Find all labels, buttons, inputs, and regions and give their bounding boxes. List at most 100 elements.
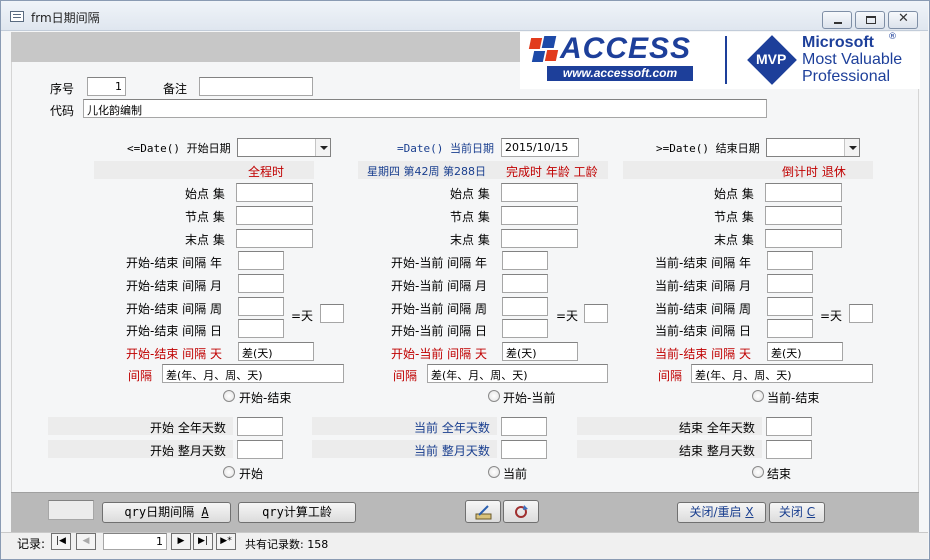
col1-eq-day-field[interactable] — [320, 304, 344, 323]
col2-fullyear-label: 当前 全年天数 — [414, 421, 490, 435]
col1-fullmonth-field[interactable] — [237, 440, 283, 459]
end-date-combo[interactable] — [766, 138, 860, 157]
col3-gap-field[interactable]: 差(年、月、周、天) — [691, 364, 873, 383]
col3-day-field[interactable] — [767, 319, 813, 338]
refresh-button[interactable] — [503, 500, 539, 523]
edit-button[interactable] — [465, 500, 501, 523]
col3-week-field[interactable] — [767, 297, 813, 316]
col1-gap-field[interactable]: 差(年、月、周、天) — [162, 364, 344, 383]
note-field[interactable] — [199, 77, 313, 96]
col3-node-field[interactable] — [765, 206, 842, 225]
col1-month-label: 开始-结束 间隔 月 — [126, 279, 222, 293]
col1-diff-label: 开始-结束 间隔 天 — [126, 347, 222, 361]
col3-radio2-option[interactable] — [752, 466, 764, 478]
col2-node-label: 节点 集 — [450, 210, 490, 224]
seq-field[interactable]: 1 — [87, 77, 126, 96]
col3-end-field[interactable] — [765, 229, 842, 248]
col2-week-label: 开始-当前 间隔 周 — [391, 302, 487, 316]
col3-end-label: 末点 集 — [714, 233, 754, 247]
col2-gap-field[interactable]: 差(年、月、周、天) — [427, 364, 608, 383]
col1-year-label: 开始-结束 间隔 年 — [126, 256, 222, 270]
maximize-button[interactable] — [855, 11, 885, 29]
col3-fullyear-field[interactable] — [766, 417, 812, 436]
code-field[interactable]: 儿化韵编制 — [83, 99, 767, 118]
col1-eq-day-label: =天 — [291, 309, 314, 323]
minimize-button[interactable] — [822, 11, 852, 29]
col2-year-field[interactable] — [502, 251, 548, 270]
col1-start-field[interactable] — [236, 183, 313, 202]
next-record-button[interactable]: ▶ — [171, 533, 191, 550]
col1-fullyear-field[interactable] — [237, 417, 283, 436]
col3-diff-label: 当前-结束 间隔 天 — [655, 347, 751, 361]
close-reset-key: X — [745, 505, 754, 519]
col1-fullmonth-label: 开始 整月天数 — [150, 444, 226, 458]
registered-mark: ® — [888, 32, 897, 42]
col1-day-field[interactable] — [238, 319, 284, 338]
col1-radio-option[interactable] — [223, 390, 235, 402]
note-label: 备注 — [163, 82, 188, 96]
col1-radio2-option[interactable] — [223, 466, 235, 478]
dropdown-arrow-icon[interactable] — [315, 139, 330, 156]
col2-fullmonth-field[interactable] — [501, 440, 547, 459]
close-reset-button[interactable]: 关闭/重启 X — [677, 502, 766, 523]
col2-start-field[interactable] — [501, 183, 578, 202]
col3-year-field[interactable] — [767, 251, 813, 270]
col3-year-label: 当前-结束 间隔 年 — [655, 256, 751, 270]
col3-month-field[interactable] — [767, 274, 813, 293]
col2-gap-label: 间隔 — [393, 369, 418, 383]
new-record-button[interactable]: ▶* — [216, 533, 236, 550]
current-date-field[interactable]: 2015/10/15 — [501, 138, 579, 157]
qry-interval-key: A — [201, 505, 209, 519]
most-valuable-text: Most Valuable — [802, 51, 903, 68]
qry-work-button[interactable]: qry计算工龄 — [238, 502, 356, 523]
col2-month-field[interactable] — [502, 274, 548, 293]
close-window-button[interactable]: ✕ — [888, 11, 918, 29]
col2-eq-day-field[interactable] — [584, 304, 608, 323]
record-label: 记录: — [17, 537, 46, 551]
col2-fullmonth-label: 当前 整月天数 — [414, 444, 490, 458]
prev-record-button[interactable]: ◀ — [76, 533, 96, 550]
col2-node-field[interactable] — [501, 206, 578, 225]
col2-radio-label: 开始-当前 — [503, 391, 556, 405]
col1-month-field[interactable] — [238, 274, 284, 293]
col3-fullyear-label: 结束 全年天数 — [679, 421, 755, 435]
col1-year-field[interactable] — [238, 251, 284, 270]
close-form-button[interactable]: 关闭 C — [769, 502, 825, 523]
end-date-label: >=Date() 结束日期 — [656, 142, 760, 155]
start-date-combo[interactable] — [237, 138, 331, 157]
col2-radio2-option[interactable] — [488, 466, 500, 478]
col3-diff-field[interactable]: 差(天) — [767, 342, 843, 361]
col2-eq-day-label: =天 — [556, 309, 579, 323]
current-record-field[interactable]: 1 — [103, 533, 167, 550]
col1-week-field[interactable] — [238, 297, 284, 316]
col3-fullmonth-field[interactable] — [766, 440, 812, 459]
last-record-button[interactable]: ▶| — [193, 533, 213, 550]
col1-end-field[interactable] — [236, 229, 313, 248]
col3-node-label: 节点 集 — [714, 210, 754, 224]
col3-eq-day-field[interactable] — [849, 304, 873, 323]
col2-radio-option[interactable] — [488, 390, 500, 402]
col2-header-blue: 星期四 第42周 第288日 — [367, 165, 486, 178]
col3-radio-option[interactable] — [752, 390, 764, 402]
col1-diff-field[interactable]: 差(天) — [238, 342, 314, 361]
col3-start-field[interactable] — [765, 183, 842, 202]
col1-node-field[interactable] — [236, 206, 313, 225]
col2-week-field[interactable] — [502, 297, 548, 316]
maximize-icon — [866, 16, 876, 24]
col1-week-label: 开始-结束 间隔 周 — [126, 302, 222, 316]
col2-radio2-label: 当前 — [503, 467, 528, 481]
qry-interval-button[interactable]: qry日期间隔 A — [102, 502, 231, 523]
col2-fullyear-field[interactable] — [501, 417, 547, 436]
title-bar — [1, 1, 928, 31]
col3-eq-day-label: =天 — [820, 309, 843, 323]
dropdown-arrow-icon[interactable] — [844, 139, 859, 156]
col2-diff-field[interactable]: 差(天) — [502, 342, 578, 361]
start-date-label: <=Date() 开始日期 — [127, 142, 231, 155]
footer-field[interactable] — [48, 500, 94, 520]
col2-header-red: 完成时 年龄 工龄 — [506, 165, 598, 179]
logo-divider — [725, 36, 727, 84]
col2-day-field[interactable] — [502, 319, 548, 338]
col3-week-label: 当前-结束 间隔 周 — [655, 302, 751, 316]
first-record-button[interactable]: |◀ — [51, 533, 71, 550]
col2-end-field[interactable] — [501, 229, 578, 248]
